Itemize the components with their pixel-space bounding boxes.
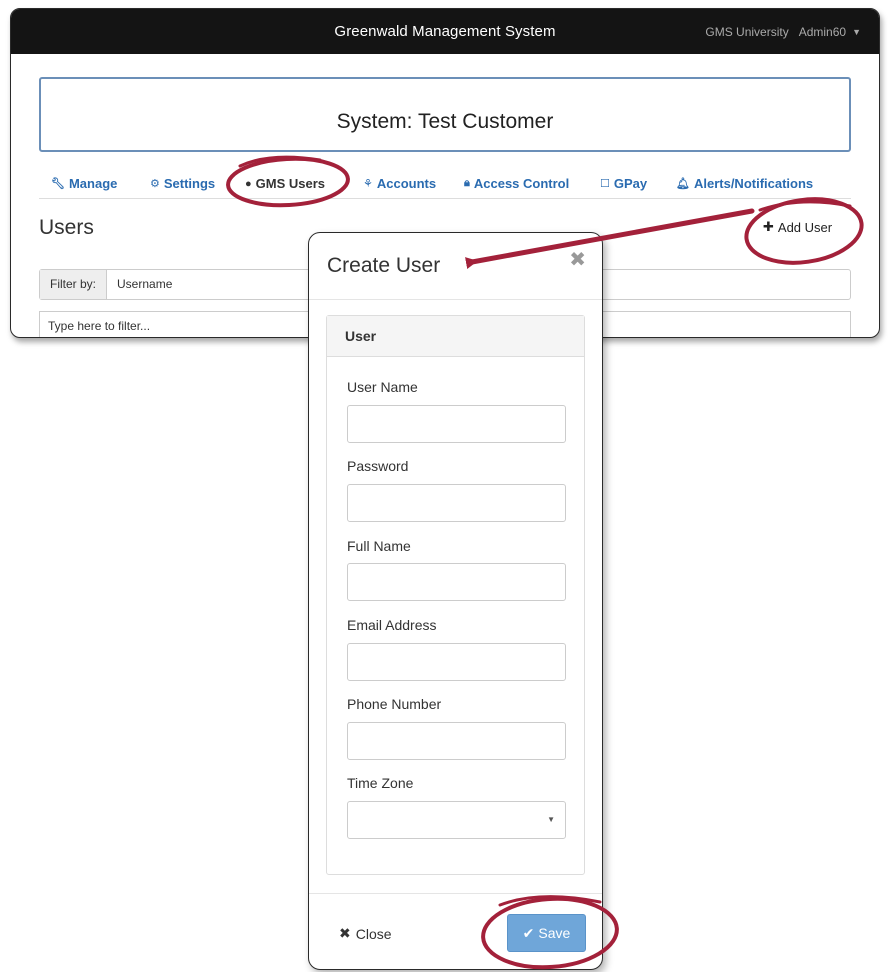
save-label: Save (538, 925, 571, 941)
create-user-modal: Create User ✖ User User Name Password Fu… (308, 232, 603, 970)
password-field[interactable] (347, 484, 566, 522)
square-icon: ☐ (600, 178, 610, 190)
times-icon: ✖ (339, 925, 351, 941)
tab-label: GPay (613, 176, 648, 191)
close-label: Close (355, 925, 392, 942)
divider (309, 893, 602, 894)
tab-manage[interactable]: 🔧︎ Manage (51, 176, 117, 191)
tab-settings[interactable]: ⚙ Settings (150, 176, 215, 191)
system-title: System: Test Customer (336, 110, 554, 133)
close-button[interactable]: ✖ Close (339, 925, 392, 942)
tab-label: Access Control (473, 176, 570, 191)
panel-heading: User (327, 316, 584, 357)
user-icon: ● (245, 177, 252, 190)
user-area: GMS University Admin60 ▼ (705, 25, 861, 39)
wrench-icon: 🔧︎ (51, 178, 65, 190)
system-banner: System: Test Customer (39, 77, 851, 152)
user-menu[interactable]: Admin60 (799, 25, 846, 39)
tab-accounts[interactable]: ⚘ Accounts (363, 176, 436, 191)
tab-access-control[interactable]: 🔒︎ Access Control (464, 176, 569, 191)
fullname-label: Full Name (347, 538, 411, 554)
phone-label: Phone Number (347, 696, 442, 712)
tab-bar: 🔧︎ Manage ⚙ Settings ● GMS Users ⚘ Accou… (39, 172, 851, 199)
page-title: Users (39, 216, 94, 239)
phone-field[interactable] (347, 722, 566, 760)
add-user-button[interactable]: ✚ Add User (763, 219, 832, 235)
tab-gms-users[interactable]: ● GMS Users (245, 176, 325, 191)
tab-label: Settings (163, 176, 216, 191)
tab-gpay[interactable]: ☐ GPay (600, 176, 647, 191)
tab-label: Manage (68, 176, 118, 191)
add-user-label: Add User (777, 219, 833, 235)
close-icon[interactable]: ✖ (569, 247, 586, 272)
timezone-select[interactable]: ▼ (347, 801, 566, 839)
gear-icon: ⚙ (150, 178, 160, 190)
modal-title: Create User (327, 254, 441, 277)
tab-label: GMS Users (255, 176, 326, 191)
lock-icon: 🔒︎ (464, 177, 470, 189)
fullname-field[interactable] (347, 563, 566, 601)
tab-label: Alerts/Notifications (693, 176, 814, 191)
tab-alerts[interactable]: 🔔︎ Alerts/Notifications (676, 176, 813, 191)
username-label: User Name (347, 379, 418, 395)
top-navbar: Greenwald Management System GMS Universi… (11, 9, 879, 54)
plus-icon: ✚ (763, 219, 774, 234)
password-label: Password (347, 458, 409, 474)
filter-label: Filter by: (40, 270, 108, 299)
tab-label: Accounts (376, 176, 437, 191)
divider (309, 299, 602, 300)
caret-down-icon[interactable]: ▼ (852, 27, 861, 37)
save-button[interactable]: ✔ Save (507, 914, 586, 952)
chevron-down-icon: ▼ (547, 815, 555, 824)
bell-icon: 🔔︎ (676, 178, 690, 190)
timezone-label: Time Zone (347, 775, 414, 791)
email-field[interactable] (347, 643, 566, 681)
email-label: Email Address (347, 617, 437, 633)
filter-value: Username (117, 277, 173, 291)
sitemap-icon: ⚘ (363, 178, 373, 190)
check-icon: ✔ (522, 924, 535, 941)
user-panel: User User Name Password Full Name Email … (326, 315, 585, 875)
org-link[interactable]: GMS University (705, 25, 788, 39)
username-field[interactable] (347, 405, 566, 443)
